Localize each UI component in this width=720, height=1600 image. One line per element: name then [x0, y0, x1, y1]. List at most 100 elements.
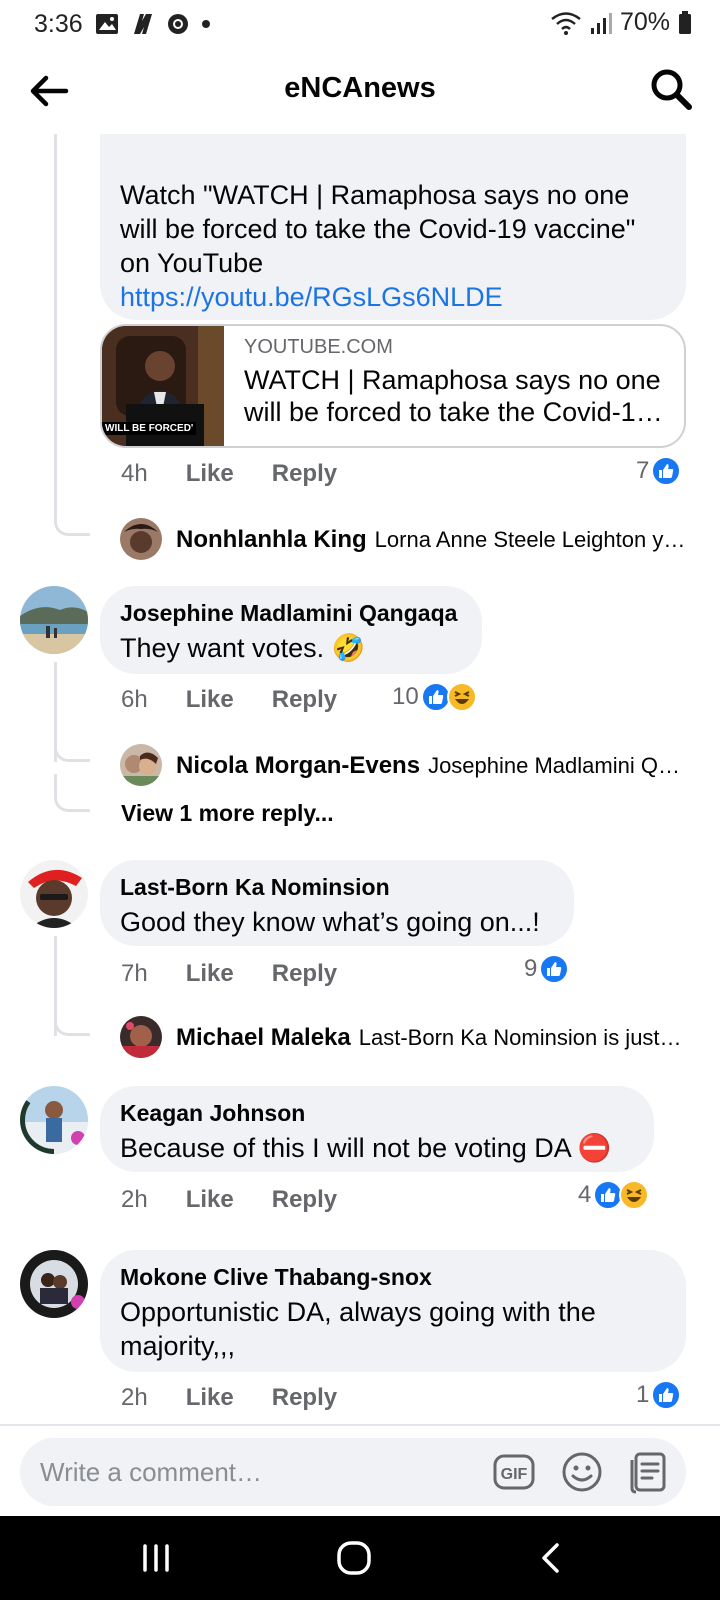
- reply-button[interactable]: Reply: [272, 1186, 337, 1214]
- search-icon[interactable]: [648, 66, 694, 112]
- avatar[interactable]: [20, 860, 88, 928]
- comment-actions: 6h Like Reply: [121, 686, 375, 714]
- like-button[interactable]: Like: [186, 1384, 234, 1412]
- comment-author[interactable]: Mokone Clive Thabang-snox: [120, 1264, 666, 1291]
- avatar[interactable]: [120, 518, 162, 560]
- comment-actions: 2h Like Reply: [121, 1384, 375, 1412]
- like-button[interactable]: Like: [186, 960, 234, 988]
- comment-author[interactable]: Last-Born Ka Nominsion: [120, 874, 554, 901]
- reaction-count: 1: [636, 1381, 650, 1408]
- comment-actions: 4h Like Reply: [121, 460, 375, 488]
- reply-button[interactable]: Reply: [272, 960, 337, 988]
- reaction-count: 10: [392, 683, 419, 710]
- reaction-summary[interactable]: 9: [524, 954, 570, 984]
- gif-button[interactable]: GIF: [492, 1450, 536, 1494]
- video-thumbnail: WILL BE FORCED': [102, 326, 224, 446]
- app-header: eNCAnews: [0, 52, 720, 132]
- reaction-summary[interactable]: 1: [636, 1380, 682, 1410]
- reply-author[interactable]: Nonhlanhla King: [176, 526, 367, 554]
- reply-button[interactable]: Reply: [272, 460, 337, 488]
- comment-actions: 2h Like Reply: [121, 1186, 375, 1214]
- comment-bubble[interactable]: Keagan Johnson Because of this I will no…: [100, 1086, 654, 1172]
- comment-time: 4h: [121, 460, 148, 487]
- like-reaction-icon: [651, 456, 682, 486]
- view-more-replies-link[interactable]: View 1 more reply...: [121, 800, 334, 827]
- thread-line: [54, 134, 57, 504]
- avatar[interactable]: [120, 1016, 162, 1058]
- reply-text: Last-Born Ka Nominsion is just…: [358, 1025, 682, 1050]
- comment-bubble[interactable]: Mokone Clive Thabang-snox Opportunistic …: [100, 1250, 686, 1372]
- comment-time: 2h: [121, 1186, 148, 1213]
- comment-bubble-continued[interactable]: Watch "WATCH | Ramaphosa says no one wil…: [100, 134, 686, 320]
- status-time: 3:36: [34, 9, 83, 38]
- home-icon[interactable]: [334, 1538, 374, 1578]
- chrome-notification-icon: [167, 14, 188, 34]
- comment-link[interactable]: https://youtu.be/RGsLGs6NLDE: [120, 280, 666, 314]
- gif-icon: GIF: [493, 1454, 535, 1490]
- thumbnail-caption: WILL BE FORCED': [102, 422, 197, 435]
- avatar[interactable]: [20, 1250, 88, 1318]
- comments-list[interactable]: Watch "WATCH | Ramaphosa says no one wil…: [0, 134, 720, 1424]
- comment-time: 7h: [121, 960, 148, 987]
- reply-button[interactable]: Reply: [272, 686, 337, 714]
- comment-bubble[interactable]: Josephine Madlamini Qangaqa They want vo…: [100, 586, 482, 674]
- thread-connector: [54, 504, 90, 536]
- reaction-summary[interactable]: 4: [578, 1180, 650, 1210]
- like-button[interactable]: Like: [186, 1186, 234, 1214]
- emoji-icon[interactable]: [560, 1450, 604, 1494]
- thread-connector: [54, 774, 90, 812]
- gallery-notification-icon: [95, 14, 118, 34]
- system-navigation-bar: [0, 1516, 720, 1600]
- wifi-icon: [551, 11, 581, 35]
- sticker-icon[interactable]: [628, 1450, 672, 1494]
- reply-author[interactable]: Nicola Morgan-Evens: [176, 752, 420, 780]
- comment-text: Because of this I will not be voting DA …: [120, 1133, 612, 1163]
- reply-preview[interactable]: Nicola Morgan-Evens Josephine Madlamini …: [176, 752, 688, 780]
- battery-percent: 70%: [619, 8, 670, 36]
- like-button[interactable]: Like: [186, 460, 234, 488]
- reply-button[interactable]: Reply: [272, 1384, 337, 1412]
- signal-icon: [590, 12, 612, 34]
- avatar[interactable]: [20, 1086, 88, 1154]
- reply-text: Josephine Madlamini Q…: [428, 753, 680, 778]
- comment-input-container[interactable]: GIF: [20, 1438, 686, 1506]
- reaction-count: 4: [578, 1181, 592, 1208]
- thread-connector: [54, 1004, 90, 1036]
- status-bar: 3:36 70%: [0, 0, 720, 48]
- like-button[interactable]: Like: [186, 686, 234, 714]
- battery-icon: [679, 10, 691, 34]
- comment-time: 2h: [121, 1384, 148, 1411]
- haha-reaction-icon: [619, 1180, 650, 1210]
- comment-text: They want votes. 🤣: [120, 633, 366, 663]
- comment-text: Watch "WATCH | Ramaphosa says no one wil…: [120, 180, 636, 278]
- comment-text: Good they know what’s going on...!: [120, 907, 540, 937]
- comment-text: Opportunistic DA, always going with the …: [120, 1297, 596, 1361]
- reply-preview[interactable]: Michael Maleka Last-Born Ka Nominsion is…: [176, 1024, 688, 1052]
- comment-input[interactable]: [40, 1452, 480, 1492]
- no-entry-emoji: ⛔: [577, 1133, 612, 1163]
- page-title: eNCAnews: [284, 72, 436, 104]
- avatar[interactable]: [20, 586, 88, 654]
- back-icon[interactable]: [532, 1538, 572, 1578]
- recent-apps-icon[interactable]: [136, 1538, 176, 1578]
- comment-time: 6h: [121, 686, 148, 713]
- reaction-summary[interactable]: 10: [392, 682, 477, 712]
- link-preview-card[interactable]: WILL BE FORCED' YOUTUBE.COM WATCH | Rama…: [100, 324, 686, 448]
- comment-author[interactable]: Keagan Johnson: [120, 1100, 634, 1127]
- rofl-emoji: 🤣: [331, 633, 366, 663]
- link-title: WATCH | Ramaphosa says no one will be fo…: [244, 365, 663, 427]
- comment-author[interactable]: Josephine Madlamini Qangaqa: [120, 600, 462, 627]
- like-reaction-icon: [539, 954, 570, 984]
- more-notifications-dot-icon: [201, 20, 210, 28]
- reply-author[interactable]: Michael Maleka: [176, 1024, 351, 1052]
- like-reaction-icon: [651, 1380, 682, 1410]
- comment-bubble[interactable]: Last-Born Ka Nominsion Good they know wh…: [100, 860, 574, 946]
- reaction-count: 7: [636, 457, 650, 484]
- reaction-summary[interactable]: 7: [636, 456, 682, 486]
- link-domain: YOUTUBE.COM: [244, 336, 393, 358]
- comment-actions: 7h Like Reply: [121, 960, 375, 988]
- reaction-count: 9: [524, 955, 538, 982]
- reply-preview[interactable]: Nonhlanhla King Lorna Anne Steele Leight…: [176, 526, 688, 554]
- haha-reaction-icon: [446, 682, 477, 712]
- avatar[interactable]: [120, 744, 162, 786]
